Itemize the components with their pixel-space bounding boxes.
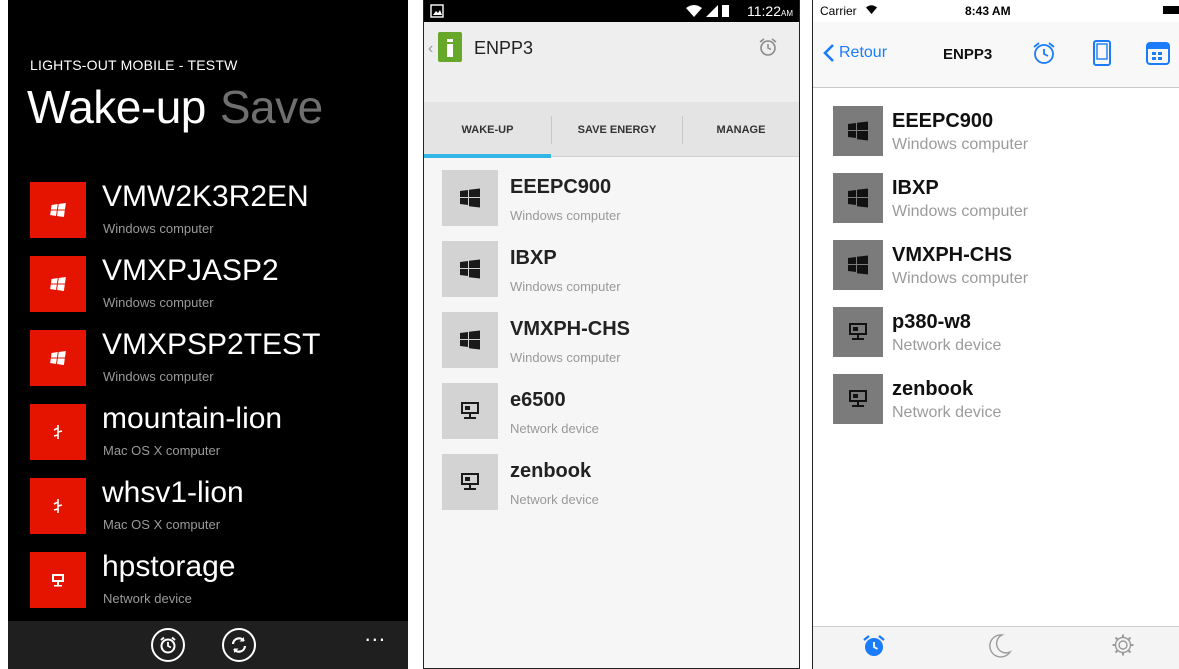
device-name: p380-w8 [892,311,971,333]
device-type: Windows computer [510,208,621,223]
windows-phone-screen: LIGHTS-OUT MOBILE - TESTW Wake-up Save VM… [8,0,408,669]
wifi-icon [866,5,877,14]
device-name: zenbook [892,378,974,400]
device-list-item[interactable]: VMW2K3R2EN Windows computer [30,178,408,252]
device-name: whsv1-lion [102,476,244,509]
tab-bar [813,626,1179,669]
battery-icon [722,5,729,17]
windows-logo-icon [833,173,883,223]
device-name: VMXPSP2TEST [102,328,321,361]
device-name: VMW2K3R2EN [102,180,309,213]
network-device-icon [442,454,498,510]
android-screen: 11:22AM ‹ ENPP3 WAKE-UP SAVE ENERGY MANA… [423,0,800,669]
network-device-icon [833,374,883,424]
image-notification-icon [430,4,444,18]
device-type: Network device [103,591,192,606]
device-list-item[interactable]: VMXPSP2TEST Windows computer [30,326,408,400]
wifi-icon [686,5,702,17]
windows-logo-icon [30,330,86,386]
tab-save-energy[interactable]: SAVE ENERGY [552,102,682,157]
device-type: Windows computer [103,369,214,384]
device-name: EEEPC900 [892,110,994,132]
app-title: LIGHTS-OUT MOBILE - TESTW [30,57,238,73]
mac-logo-icon [30,478,86,534]
device-type: Network device [892,404,1002,421]
device-type: Windows computer [510,279,621,294]
device-type: Windows computer [103,295,214,310]
status-time: 11:22AM [747,3,793,19]
windows-logo-icon [30,182,86,238]
device-type: Windows computer [103,221,214,236]
device-name: zenbook [510,460,592,482]
tablet-icon[interactable] [1092,40,1112,71]
action-bar [424,22,799,102]
device-name: VMXPH-CHS [510,318,631,340]
alarm-icon[interactable] [1031,40,1057,71]
device-name: VMXPH-CHS [892,244,1013,266]
moon-icon[interactable] [988,633,1012,664]
navigation-bar: Retour ENPP3 [813,22,1179,88]
status-time: 8:43 AM [965,4,1011,18]
windows-logo-icon [442,312,498,368]
device-type: Network device [892,337,1002,354]
device-name: hpstorage [102,550,236,583]
network-device-icon [442,383,498,439]
tab-wake-up[interactable]: WAKE-UP [424,102,551,158]
alarm-icon[interactable] [861,633,887,664]
status-carrier: Carrier [820,4,857,18]
pivot-wake-up[interactable]: Wake-up [27,81,206,133]
tab-bar: WAKE-UP SAVE ENERGY MANAGE [424,102,799,158]
device-name: IBXP [892,177,939,199]
pivot-header: Wake-up Save [27,84,323,130]
page-title: ENPP3 [474,38,534,58]
device-name: mountain-lion [102,402,283,435]
device-name: EEEPC900 [510,176,612,198]
device-list-item[interactable]: whsv1-lion Mac OS X computer [30,474,408,548]
device-type: Mac OS X computer [103,517,221,532]
chevron-left-icon [823,44,834,62]
battery-icon [1163,6,1179,14]
windows-logo-icon [442,170,498,226]
mac-logo-icon [30,404,86,460]
device-name: e6500 [510,389,566,411]
status-bar: Carrier 8:43 AM [813,0,1179,22]
ios-screen: Carrier 8:43 AM Retour ENPP3 EEEPC900 Wi… [812,0,1179,669]
windows-logo-icon [30,256,86,312]
app-bar: ... [8,621,408,669]
calendar-icon[interactable] [1145,40,1171,71]
device-type: Windows computer [892,136,1029,153]
device-type: Windows computer [892,203,1029,220]
alarm-icon[interactable] [757,36,779,63]
device-list: VMW2K3R2EN Windows computer VMXPJASP2 Wi… [30,178,408,622]
back-label: Retour [839,44,888,61]
device-name: IBXP [510,247,557,269]
device-type: Network device [510,492,599,507]
more-menu-button[interactable]: ... [365,623,386,645]
device-list-item[interactable]: VMXPJASP2 Windows computer [30,252,408,326]
windows-logo-icon [833,106,883,156]
network-device-icon [30,552,86,608]
pivot-save[interactable]: Save [220,81,323,133]
windows-logo-icon [833,240,883,290]
status-bar: 11:22AM [424,0,799,22]
refresh-icon[interactable] [222,628,256,662]
tab-manage[interactable]: MANAGE [683,102,799,157]
device-list-item[interactable]: hpstorage Network device [30,548,408,622]
windows-logo-icon [442,241,498,297]
device-type: Windows computer [892,270,1029,287]
device-name: VMXPJASP2 [102,254,279,287]
device-list-item[interactable]: mountain-lion Mac OS X computer [30,400,408,474]
chevron-left-icon[interactable]: ‹ [428,40,433,58]
network-device-icon [833,307,883,357]
signal-icon [706,5,718,17]
back-button[interactable]: Retour [823,44,887,62]
device-type: Windows computer [510,350,621,365]
alarm-icon[interactable] [151,628,185,662]
gear-icon[interactable] [1111,633,1135,662]
device-type: Network device [510,421,599,436]
app-logo-icon[interactable] [438,32,462,62]
device-type: Mac OS X computer [103,443,221,458]
page-title: ENPP3 [943,46,993,63]
